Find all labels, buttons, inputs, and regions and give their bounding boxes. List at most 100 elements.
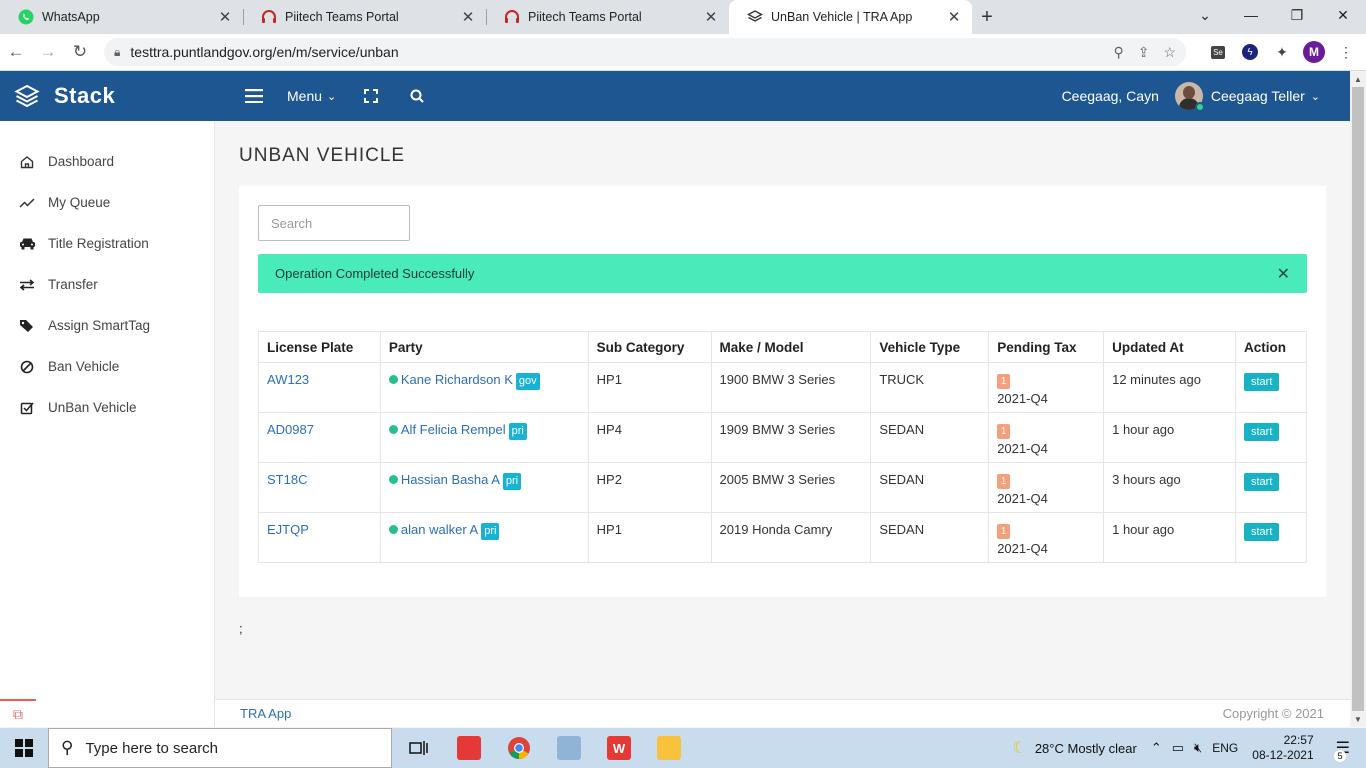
column-header: Party bbox=[379, 331, 589, 363]
close-icon[interactable]: ✕ bbox=[217, 8, 233, 26]
wps-office-icon[interactable]: W bbox=[594, 728, 644, 768]
brand[interactable]: Stack bbox=[0, 83, 215, 109]
pending-tax-count-badge: 1 bbox=[997, 374, 1011, 389]
search-icon: ⚲ bbox=[61, 738, 74, 757]
task-view-icon[interactable] bbox=[394, 728, 444, 768]
share-icon[interactable]: ⇪ bbox=[1138, 44, 1150, 61]
battery-icon[interactable]: ▭ bbox=[1172, 740, 1184, 756]
scrollbar-thumb[interactable] bbox=[1352, 87, 1364, 711]
license-plate-link[interactable]: ST18C bbox=[267, 472, 307, 487]
close-icon[interactable]: ✕ bbox=[703, 8, 719, 26]
column-header: Make / Model bbox=[710, 331, 872, 363]
close-icon[interactable]: ✕ bbox=[460, 8, 476, 26]
updated-at: 3 hours ago bbox=[1103, 462, 1236, 513]
reload-button[interactable]: ↻ bbox=[64, 37, 96, 67]
footer-app-link[interactable]: TRA App bbox=[240, 706, 291, 721]
fullscreen-icon[interactable] bbox=[364, 89, 379, 103]
minimize-button[interactable]: — bbox=[1228, 0, 1274, 30]
language-indicator[interactable]: ENG bbox=[1212, 741, 1238, 755]
column-header: License Plate bbox=[258, 331, 381, 363]
extension-se-icon[interactable]: Se bbox=[1202, 45, 1234, 59]
content-card: Operation Completed Successfully ✕ Licen… bbox=[239, 186, 1326, 597]
user-area: Ceegaag, Cayn Ceegaag Teller ⌄ bbox=[1062, 82, 1350, 112]
search-input[interactable] bbox=[258, 205, 410, 241]
browser-tab-whatsapp[interactable]: WhatsApp ✕ bbox=[0, 0, 243, 34]
scroll-up-icon[interactable]: ▲ bbox=[1350, 71, 1366, 87]
license-plate-link[interactable]: AD0987 bbox=[267, 422, 314, 437]
start-button[interactable]: start bbox=[1243, 373, 1280, 391]
volume-muted-icon[interactable]: 🔇︎ bbox=[1194, 740, 1202, 756]
avatar[interactable] bbox=[1174, 82, 1205, 112]
bookmark-star-icon[interactable]: ☆ bbox=[1163, 44, 1176, 61]
weather-text[interactable]: 28°C Mostly clear bbox=[1035, 741, 1137, 756]
hamburger-icon[interactable] bbox=[245, 89, 263, 103]
make-model: 1900 BMW 3 Series bbox=[710, 362, 872, 413]
url-text: testtra.puntlandgov.org/en/m/service/unb… bbox=[130, 44, 399, 60]
user-role-dropdown[interactable]: Ceegaag Teller bbox=[1211, 88, 1305, 104]
notification-icon[interactable]: ☰ 5 bbox=[1334, 738, 1350, 762]
zoom-icon[interactable]: ⚲ bbox=[1113, 44, 1123, 61]
start-button[interactable]: start bbox=[1243, 423, 1280, 441]
party-link[interactable]: Hassian Basha A bbox=[401, 472, 500, 487]
license-plate-link[interactable]: AW123 bbox=[267, 372, 309, 387]
vehicle-type: SEDAN bbox=[870, 412, 990, 463]
sidebar-item-dashboard[interactable]: Dashboard bbox=[0, 141, 214, 182]
anydesk-icon[interactable] bbox=[444, 728, 494, 768]
extension-bolt-icon[interactable]: ϟ bbox=[1234, 44, 1266, 60]
browser-tab-teams-1[interactable]: Piitech Teams Portal ✕ bbox=[243, 0, 486, 34]
back-button[interactable]: ← bbox=[0, 37, 32, 67]
pending-tax-count-badge: 1 bbox=[997, 524, 1011, 539]
file-explorer-icon[interactable] bbox=[644, 728, 694, 768]
sidebar-item-ban-vehicle[interactable]: Ban Vehicle bbox=[0, 346, 214, 387]
system-tray: ☾ 28°C Mostly clear ⌃ ▭ 🔇︎ ENG 22:57 08-… bbox=[1012, 728, 1366, 768]
scroll-down-icon[interactable]: ▼ bbox=[1350, 711, 1366, 727]
windows-start-icon[interactable] bbox=[0, 728, 48, 768]
sub-category: HP1 bbox=[587, 512, 712, 563]
new-tab-button[interactable]: + bbox=[972, 0, 1002, 34]
chevron-up-icon[interactable]: ⌃ bbox=[1151, 740, 1162, 756]
browser-tab-unban[interactable]: UnBan Vehicle | TRA App ✕ bbox=[729, 0, 972, 34]
make-model: 1909 BMW 3 Series bbox=[710, 412, 872, 463]
chrome-icon[interactable] bbox=[494, 728, 544, 768]
laravel-logo-icon[interactable]: ⧉ bbox=[0, 699, 36, 727]
sidebar-item-transfer[interactable]: Transfer bbox=[0, 264, 214, 305]
status-dot bbox=[388, 475, 398, 484]
browser-tab-teams-2[interactable]: Piitech Teams Portal ✕ bbox=[486, 0, 729, 34]
taskbar-search-input[interactable]: ⚲ Type here to search bbox=[48, 728, 392, 768]
clock[interactable]: 22:57 08-12-2021 bbox=[1252, 733, 1323, 763]
page-scrollbar[interactable]: ▲ ▼ bbox=[1350, 71, 1366, 727]
sidebar-item-title-registration[interactable]: Title Registration bbox=[0, 223, 214, 264]
profile-avatar[interactable]: M bbox=[1298, 41, 1330, 63]
forward-button[interactable]: → bbox=[32, 37, 64, 67]
sidebar-item-assign-smarttag[interactable]: Assign SmartTag bbox=[0, 305, 214, 346]
browser-tabstrip: WhatsApp ✕ Piitech Teams Portal ✕ Piitec… bbox=[0, 0, 1366, 34]
close-icon[interactable]: ✕ bbox=[946, 8, 962, 26]
start-button[interactable]: start bbox=[1243, 473, 1280, 491]
sidebar-item-my-queue[interactable]: My Queue bbox=[0, 182, 214, 223]
browser-menu-icon[interactable]: ⋮ bbox=[1330, 44, 1362, 61]
close-window-button[interactable]: ✕ bbox=[1320, 0, 1366, 30]
menu-dropdown[interactable]: Menu ⌄ bbox=[287, 88, 336, 104]
party-link[interactable]: alan walker A bbox=[401, 522, 478, 537]
notepad-icon[interactable] bbox=[544, 728, 594, 768]
pending-tax-period: 2021-Q4 bbox=[997, 441, 1048, 456]
app-header: Stack Menu ⌄ Ceegaag, Cayn Ceegaag Telle… bbox=[0, 71, 1350, 121]
status-dot bbox=[388, 375, 398, 384]
column-header: Sub Category bbox=[587, 331, 712, 363]
extensions-puzzle-icon[interactable]: ✦ bbox=[1266, 44, 1298, 61]
party-link[interactable]: Alf Felicia Rempel bbox=[401, 422, 506, 437]
search-icon[interactable] bbox=[410, 89, 424, 103]
tags-icon bbox=[18, 319, 36, 333]
sidebar-item-unban-vehicle[interactable]: UnBan Vehicle bbox=[0, 387, 214, 428]
status-dot bbox=[388, 425, 398, 434]
restore-button[interactable]: ❐ bbox=[1274, 0, 1320, 30]
date: 08-12-2021 bbox=[1252, 748, 1314, 762]
party-link[interactable]: Kane Richardson K bbox=[401, 372, 513, 387]
close-icon[interactable]: ✕ bbox=[1277, 264, 1290, 284]
vehicle-type: TRUCK bbox=[870, 362, 990, 413]
sidebar-item-label: UnBan Vehicle bbox=[48, 400, 137, 415]
license-plate-link[interactable]: EJTQP bbox=[267, 522, 309, 537]
url-field[interactable]: 🔒︎ testtra.puntlandgov.org/en/m/service/… bbox=[104, 38, 1186, 66]
chevron-down-icon[interactable]: ⌄ bbox=[1182, 0, 1228, 30]
start-button[interactable]: start bbox=[1243, 523, 1280, 541]
